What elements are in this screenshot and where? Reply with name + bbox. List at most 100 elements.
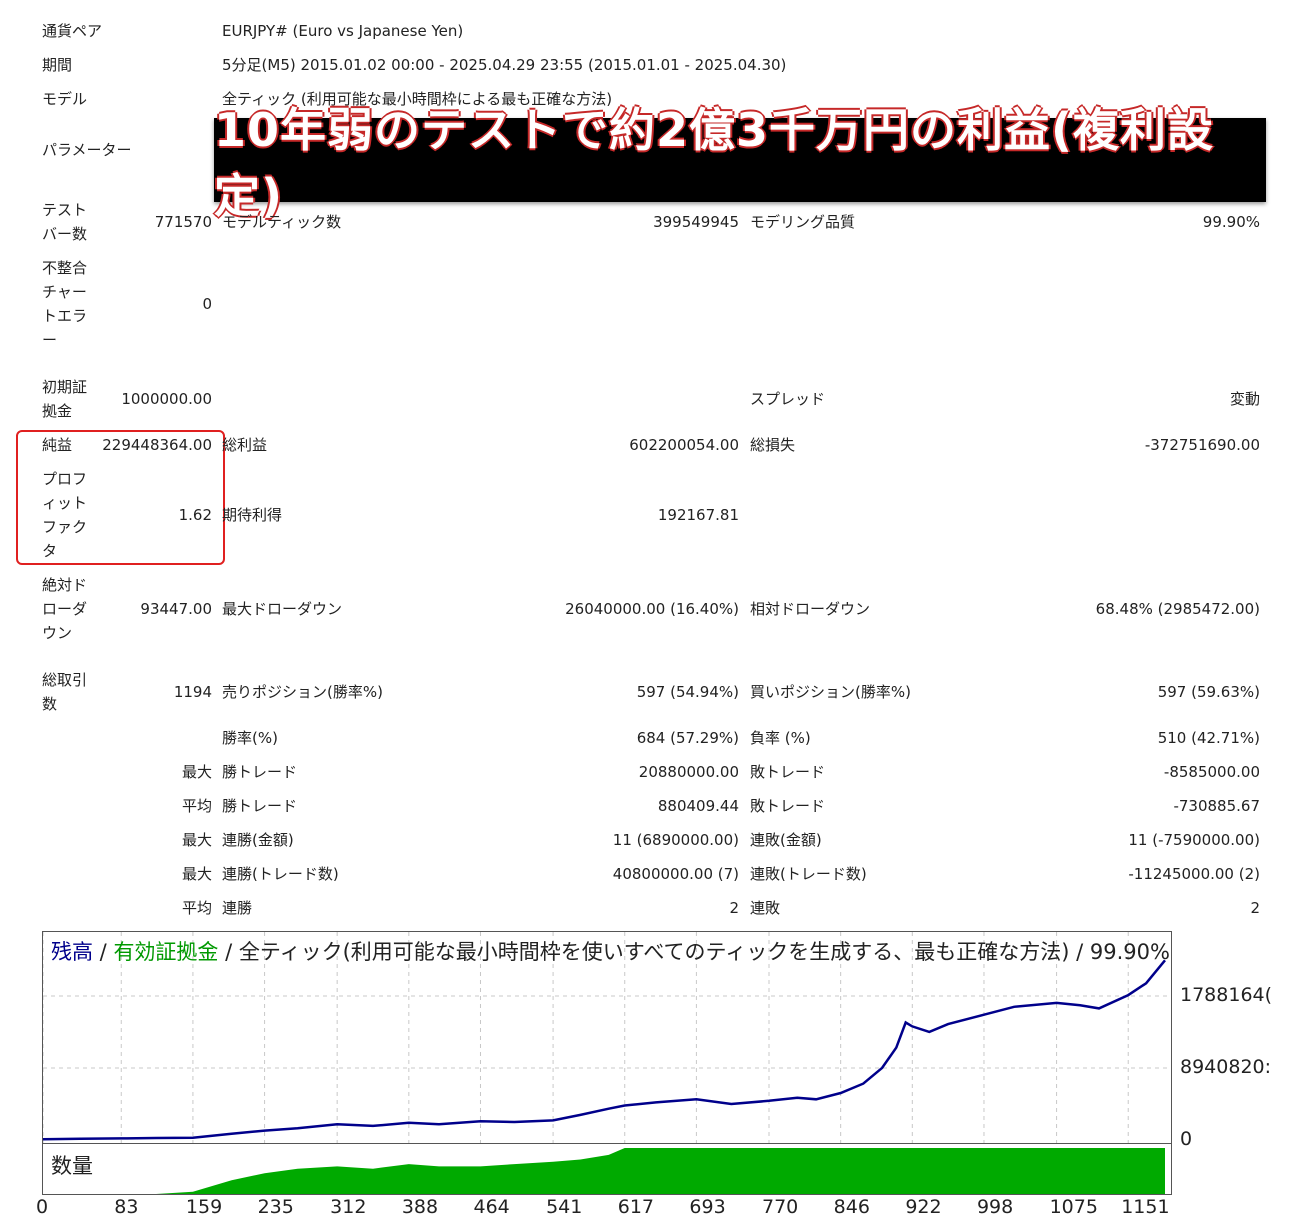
chart-title-sep: /	[93, 940, 114, 964]
chart-title-balance: 残高	[51, 940, 93, 964]
value-spread: 変動	[1229, 390, 1260, 408]
overlay-banner-text: 10年弱のテストで約2億3千万円の利益(複利設定)	[214, 103, 1215, 223]
row-prefix: 平均	[181, 797, 212, 815]
header-label-period: 期間	[42, 56, 73, 74]
row-value-1: 2	[729, 899, 739, 917]
row-value-1: 11 (6890000.00)	[612, 831, 739, 849]
x-tick-label: 541	[546, 1196, 583, 1218]
row-prefix: 最大	[181, 831, 212, 849]
label-mismatch: 不整合 チャー トエラ ー	[42, 259, 88, 349]
row-label-1: 勝トレード	[222, 797, 298, 815]
x-tick-label: 846	[833, 1196, 870, 1218]
x-tick-label: 770	[762, 1196, 799, 1218]
volume-chart-svg	[43, 1148, 1165, 1194]
overlay-banner: 10年弱のテストで約2億3千万円の利益(複利設定)	[214, 103, 1266, 223]
label-gross-profit: 総利益	[222, 436, 268, 454]
value-abs-drawdown: 93447.00	[140, 600, 212, 618]
y-tick-label: 1788164(	[1180, 984, 1273, 1006]
volume-chart: 数量	[42, 1143, 1172, 1195]
value-gross-profit: 602200054.00	[629, 436, 739, 454]
value-mismatch: 0	[202, 295, 212, 313]
value-model-ticks: 399549945	[653, 213, 739, 231]
label-rel-drawdown: 相対ドローダウン	[750, 600, 871, 618]
x-tick-label: 388	[401, 1196, 439, 1218]
header-label-params: パラメーター	[42, 141, 132, 159]
row-value-2: -730885.67	[1173, 797, 1260, 815]
label-modeling-quality: モデリング品質	[750, 213, 856, 231]
header-label-pair: 通貨ペア	[42, 22, 103, 40]
row-label-1: 勝トレード	[222, 763, 298, 781]
x-tick-label: 0	[36, 1196, 49, 1218]
x-tick-label: 83	[114, 1196, 139, 1218]
row-value-2: 2	[1250, 899, 1260, 917]
row-value-1: 684 (57.29%)	[636, 729, 739, 747]
header-label-model: モデル	[42, 90, 88, 108]
label-profit-factor: プロフ ィット ファク タ	[42, 470, 88, 560]
row-value-2: 11 (-7590000.00)	[1128, 831, 1260, 849]
row-label-1: 連勝(トレード数)	[222, 865, 339, 883]
value-net-profit: 229448364.00	[102, 436, 212, 454]
row-prefix: 平均	[181, 899, 212, 917]
value-test-bars: 771570	[154, 213, 212, 231]
x-tick-label: 159	[185, 1196, 223, 1218]
value-gross-loss: -372751690.00	[1144, 436, 1260, 454]
row-prefix: 最大	[181, 865, 212, 883]
x-tick-label: 1151	[1121, 1196, 1170, 1218]
row-value-2: 510 (42.71%)	[1157, 729, 1260, 747]
row-label-2: 敗トレード	[750, 797, 826, 815]
row-label-2: 連敗	[750, 899, 781, 917]
label-initial-deposit: 初期証 拠金	[42, 378, 88, 420]
y-tick-label: 8940820:	[1180, 1056, 1272, 1078]
x-tick-label: 922	[905, 1196, 942, 1218]
label-spread: スプレッド	[750, 390, 826, 408]
value-total-trades: 1194	[173, 683, 212, 701]
value-profit-factor: 1.62	[178, 506, 212, 524]
value-expected-payoff: 192167.81	[657, 506, 739, 524]
value-max-drawdown: 26040000.00 (16.40%)	[565, 600, 739, 618]
row-label-1: 連勝(金額)	[222, 831, 294, 849]
chart-title-rest: / 全ティック(利用可能な最小時間枠を使いすべてのティックを生成する、最も正確な…	[218, 940, 1170, 964]
x-tick-label: 1075	[1049, 1196, 1098, 1218]
row-label-1: 連勝	[222, 899, 253, 917]
value-rel-drawdown: 68.48% (2985472.00)	[1095, 600, 1260, 618]
row-label-2: 連敗(トレード数)	[750, 865, 867, 883]
row-label-1: 勝率(%)	[222, 729, 278, 747]
value-initial-deposit: 1000000.00	[121, 390, 212, 408]
x-tick-label: 312	[330, 1196, 367, 1218]
x-tick-label: 464	[473, 1196, 510, 1218]
label-gross-loss: 総損失	[750, 436, 796, 454]
x-tick-label: 235	[257, 1196, 294, 1218]
chart-title: 残高 / 有効証拠金 / 全ティック(利用可能な最小時間枠を使いすべてのティック…	[51, 936, 1170, 966]
value-long: 597 (59.63%)	[1157, 683, 1260, 701]
row-value-1: 20880000.00	[638, 763, 739, 781]
label-net-profit: 純益	[42, 436, 73, 454]
x-tick-label: 998	[976, 1196, 1014, 1218]
chart-title-equity: 有効証拠金	[113, 940, 219, 964]
label-max-drawdown: 最大ドローダウン	[222, 600, 343, 618]
row-label-2: 連敗(金額)	[750, 831, 822, 849]
header-value-period: 5分足(M5) 2015.01.02 00:00 - 2025.04.29 23…	[222, 56, 787, 74]
label-total-trades: 総取引 数	[42, 671, 88, 713]
label-test-bars: テスト バー数	[42, 201, 88, 243]
row-prefix: 最大	[181, 763, 212, 781]
value-short: 597 (54.94%)	[636, 683, 739, 701]
volume-area	[43, 1148, 1165, 1194]
row-value-2: -11245000.00 (2)	[1128, 865, 1260, 883]
row-value-2: -8585000.00	[1163, 763, 1260, 781]
row-label-2: 敗トレード	[750, 763, 826, 781]
x-tick-label: 617	[617, 1196, 654, 1218]
label-model-ticks: モデルティック数	[222, 213, 342, 231]
row-label-2: 負率 (%)	[750, 729, 811, 747]
row-value-1: 40800000.00 (7)	[612, 865, 739, 883]
balance-chart: 残高 / 有効証拠金 / 全ティック(利用可能な最小時間枠を使いすべてのティック…	[42, 931, 1172, 1145]
label-long: 買いポジション(勝率%)	[750, 683, 911, 701]
row-value-1: 880409.44	[657, 797, 739, 815]
y-tick-label: 0	[1180, 1128, 1193, 1150]
volume-label: 数量	[51, 1154, 93, 1178]
label-expected-payoff: 期待利得	[222, 506, 283, 524]
x-tick-label: 693	[689, 1196, 726, 1218]
label-abs-drawdown: 絶対ド ローダ ウン	[42, 576, 88, 642]
balance-line	[43, 959, 1166, 1141]
value-modeling-quality: 99.90%	[1202, 213, 1260, 231]
label-short: 売りポジション(勝率%)	[222, 683, 383, 701]
